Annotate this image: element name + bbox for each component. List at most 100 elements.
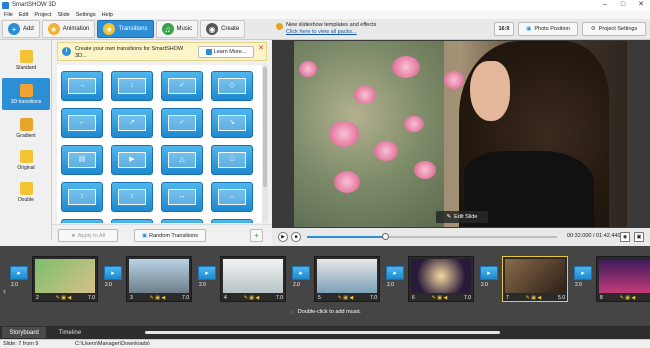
slide-tools-icon[interactable]: ✎ ▣ ◀ xyxy=(620,295,636,302)
transition-tile[interactable]: △ xyxy=(161,145,203,175)
transition-tile[interactable]: ▶ xyxy=(111,145,153,175)
transition-tile[interactable]: ↔ xyxy=(211,182,253,212)
add-transition-button[interactable]: + xyxy=(250,229,263,242)
time-display: 00:32.000 / 01:42.440 xyxy=(567,233,621,239)
transition-tile[interactable]: □ xyxy=(111,219,153,223)
flower xyxy=(404,116,424,132)
original-icon xyxy=(19,149,33,163)
close-button[interactable]: ✕ xyxy=(632,0,650,10)
storyboard-slide[interactable]: 7 ✎ ▣ ◀ 5.0 xyxy=(502,256,568,302)
tab-storyboard[interactable]: Storyboard xyxy=(2,327,46,338)
apply-all-icon: ★ xyxy=(70,232,76,239)
tab-transitions[interactable]: ★ Transitions xyxy=(97,20,154,38)
storyboard-transition[interactable]: ▸ 2.0 xyxy=(478,260,502,292)
category-gradient[interactable]: Gradient xyxy=(2,112,50,144)
fullscreen-icon[interactable]: ▣ xyxy=(634,232,644,242)
storyboard-transition[interactable]: ▸ 2.0 xyxy=(290,260,314,292)
seek-knob[interactable] xyxy=(381,233,389,240)
transition-tile[interactable]: ↕ xyxy=(61,182,103,212)
category-double[interactable]: Double xyxy=(2,176,50,208)
storyboard-scrollbar[interactable] xyxy=(145,331,500,334)
menu-settings[interactable]: Settings xyxy=(76,12,96,18)
play-icon[interactable]: ▶ xyxy=(278,232,288,242)
photo-position-button[interactable]: ▣ Photo Position xyxy=(518,22,578,36)
grid-scrollbar[interactable] xyxy=(262,65,268,223)
storyboard-slide[interactable]: 2 ✎ ▣ ◀ 7.0 xyxy=(32,256,98,302)
maximize-button[interactable]: □ xyxy=(614,0,632,10)
transition-tile[interactable]: □ xyxy=(61,219,103,223)
menu-file[interactable]: File xyxy=(4,12,13,18)
storyboard-transition[interactable]: ▸ 2.0 xyxy=(196,260,220,292)
transition-tile[interactable]: □ xyxy=(211,219,253,223)
transition-tile[interactable]: → xyxy=(61,71,103,101)
transition-tile[interactable]: ↕ xyxy=(111,182,153,212)
storyboard-slide[interactable]: 3 ✎ ▣ ◀ 7.0 xyxy=(126,256,192,302)
category-original[interactable]: Original xyxy=(2,144,50,176)
tab-timeline[interactable]: Timeline xyxy=(48,327,92,338)
storyboard-slide[interactable]: 4 ✎ ▣ ◀ 7.0 xyxy=(220,256,286,302)
learn-more-button[interactable]: Learn More... xyxy=(198,46,254,58)
transition-tile[interactable]: □ xyxy=(211,145,253,175)
status-bar: Slide: 7 from 9 C:\Users\Manager\Downloa… xyxy=(0,339,650,348)
storyboard-slide[interactable]: 6 ✎ ▣ ◀ 7.0 xyxy=(408,256,474,302)
menu-slide[interactable]: Slide xyxy=(57,12,69,18)
news-link[interactable]: New slideshow templates and effects Clic… xyxy=(286,22,376,36)
storyboard-transition[interactable]: ▸ 2.0 xyxy=(384,260,408,292)
random-transitions-button[interactable]: ▣ Random Transitions xyxy=(134,229,206,242)
transition-tile[interactable]: ▤ xyxy=(61,145,103,175)
transition-tile[interactable]: ✓ xyxy=(161,108,203,138)
storyboard-transition[interactable]: ▸ 2.0 xyxy=(102,260,126,292)
project-settings-label: Project Settings xyxy=(598,26,638,32)
tip-close-icon[interactable]: ✕ xyxy=(258,44,264,52)
edit-slide-button[interactable]: ✎ Edit Slide xyxy=(436,211,488,223)
slide-tools-icon[interactable]: ✎ ▣ ◀ xyxy=(432,295,448,302)
category-3d-transitions[interactable]: 3D transitions xyxy=(2,78,50,110)
seek-bar[interactable] xyxy=(307,233,557,240)
player-controls: ▶ ■ 00:32.000 / 01:42.440 ◉ ▣ xyxy=(272,228,650,246)
aspect-ratio-button[interactable]: 16:9 xyxy=(494,22,514,36)
transition-tile[interactable]: ↘ xyxy=(211,108,253,138)
music-track[interactable]: ♫ Double-click to add music xyxy=(0,305,650,319)
tab-create[interactable]: ◉ Create xyxy=(200,20,246,38)
slide-duration: 5.0 xyxy=(558,295,565,301)
tab-add[interactable]: + Add xyxy=(2,20,40,38)
tab-animation[interactable]: ★ Animation xyxy=(41,20,96,38)
transition-tile[interactable]: ↗ xyxy=(111,108,153,138)
transition-tile[interactable]: ← xyxy=(61,108,103,138)
seek-progress xyxy=(307,236,385,238)
tab-music[interactable]: ♫ Music xyxy=(155,20,199,38)
project-settings-button[interactable]: ⚙ Project Settings xyxy=(582,22,646,36)
slide-tools-icon[interactable]: ✎ ▣ ◀ xyxy=(244,295,260,302)
slide-meta: 4 ✎ ▣ ◀ 7.0 xyxy=(222,295,285,302)
stop-icon[interactable]: ■ xyxy=(291,232,301,242)
menu-project[interactable]: Project xyxy=(34,12,51,18)
storyboard-slide[interactable]: 8✎ ▣ ◀7.0 xyxy=(596,256,650,302)
film-icon: ◉ xyxy=(206,23,219,35)
slide-tools-icon[interactable]: ✎ ▣ ◀ xyxy=(56,295,72,302)
news-line2[interactable]: Click here to view all packs... xyxy=(286,29,357,35)
transition-tile[interactable]: ◇ xyxy=(211,71,253,101)
slide-tools-icon[interactable]: ✎ ▣ ◀ xyxy=(150,295,166,302)
app-icon xyxy=(2,1,9,9)
camera-icon[interactable]: ◉ xyxy=(620,232,630,242)
storyboard-slide[interactable]: 5 ✎ ▣ ◀ 7.0 xyxy=(314,256,380,302)
category-standard[interactable]: Standard xyxy=(2,44,50,76)
storyboard-transition[interactable]: ▸ 2.0 xyxy=(572,260,596,292)
slide-tools-icon[interactable]: ✎ ▣ ◀ xyxy=(338,295,354,302)
minimize-button[interactable]: – xyxy=(596,0,614,10)
transition-tile[interactable]: ✓ xyxy=(161,71,203,101)
slide-tools-icon[interactable]: ✎ ▣ ◀ xyxy=(526,295,542,302)
transition-tile[interactable]: ↔ xyxy=(161,182,203,212)
scroll-left-icon[interactable]: ‹ xyxy=(3,286,6,296)
news-icon xyxy=(276,23,283,30)
photo-position-label: Photo Position xyxy=(534,26,570,32)
apply-to-all-button[interactable]: ★ Apply to All xyxy=(58,229,118,242)
transition-tile[interactable]: ↓ xyxy=(111,71,153,101)
menu-help[interactable]: Help xyxy=(102,12,113,18)
transition-preview-icon: ✓ xyxy=(168,115,196,131)
scrollbar-thumb[interactable] xyxy=(263,67,267,187)
menu-edit[interactable]: Edit xyxy=(19,12,28,18)
storyboard-transition[interactable]: ▸ 2.0 xyxy=(8,260,32,292)
transition-tile[interactable]: □ xyxy=(161,219,203,223)
preview-photo[interactable] xyxy=(294,41,627,227)
